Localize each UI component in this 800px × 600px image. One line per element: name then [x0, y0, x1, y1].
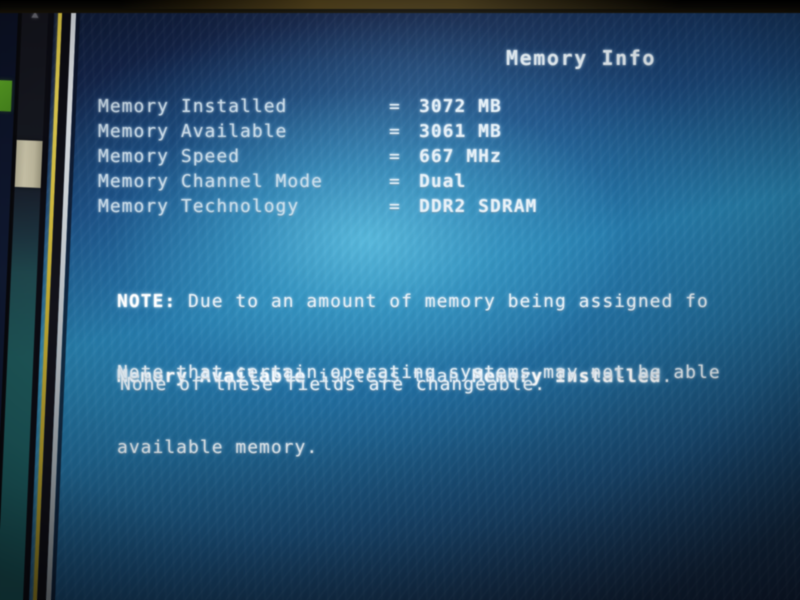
top-bezel-sheen — [120, 0, 680, 9]
row-equals: = — [389, 96, 401, 117]
note-line1-text: Due to an amount of memory being assigne… — [176, 291, 709, 312]
row-value: DDR2 SDRAM — [419, 196, 538, 217]
row-value: 667 MHz — [419, 146, 502, 167]
scrollbar-thumb[interactable] — [14, 139, 43, 188]
row-value: 3072 MB — [419, 96, 502, 117]
final-note: None of these fields are changeable. — [120, 374, 547, 395]
row-equals: = — [389, 171, 401, 192]
status-indicator-block — [0, 79, 13, 112]
row-equals: = — [389, 146, 401, 167]
page-title: Memory Info — [506, 46, 657, 70]
os-note-paragraph: Note that certain operating systems may … — [117, 310, 721, 510]
row-equals: = — [389, 121, 401, 142]
row-equals: = — [389, 196, 401, 217]
row-value: 3061 MB — [419, 121, 502, 142]
os-note-line-2: available memory. — [117, 437, 319, 458]
row-value: Dual — [419, 171, 467, 192]
bios-screen-photo: Memory Info Memory Installed = 3072 MB M… — [0, 0, 800, 600]
